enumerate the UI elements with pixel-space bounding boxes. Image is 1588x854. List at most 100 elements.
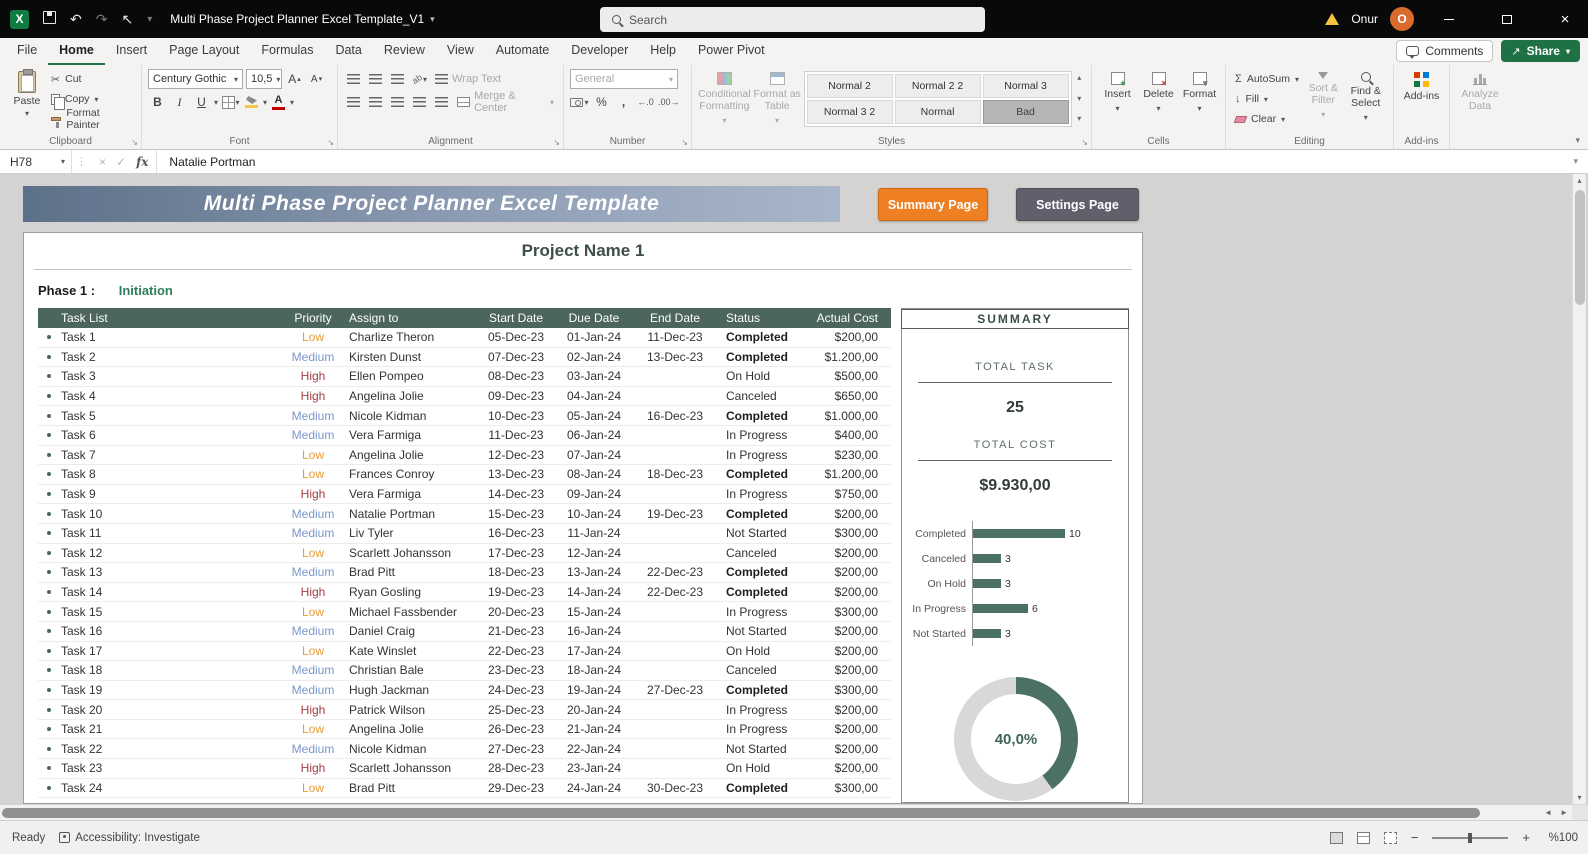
style-bad[interactable]: Bad: [982, 100, 1069, 124]
table-row[interactable]: Task 9 High Vera Farmiga 14-Dec-23 09-Jan-24…: [38, 485, 891, 505]
table-row[interactable]: Task 15 Low Michael Fassbender 20-Dec-23 15-…: [38, 602, 891, 622]
clear-button[interactable]: Clear ▾: [1232, 109, 1302, 129]
sort-filter-button[interactable]: Sort & Filter ▾: [1302, 69, 1345, 133]
align-right-icon[interactable]: [388, 92, 407, 112]
style-normal-3[interactable]: Normal 3: [982, 74, 1069, 98]
tab-page-layout[interactable]: Page Layout: [158, 38, 250, 65]
accounting-format-button[interactable]: ▾: [570, 92, 589, 112]
increase-decimal-button[interactable]: ←.0: [636, 92, 655, 112]
style-normal-2[interactable]: Normal 2: [806, 74, 893, 98]
accessibility-checker[interactable]: Accessibility: Investigate: [59, 832, 200, 844]
underline-dropdown-icon[interactable]: ▾: [214, 98, 218, 107]
zoom-slider-thumb[interactable]: [1468, 832, 1473, 843]
gallery-down-icon[interactable]: ▾: [1077, 94, 1081, 103]
table-row[interactable]: Task 6 Medium Vera Farmiga 11-Dec-23 06-Jan-…: [38, 426, 891, 446]
font-family-select[interactable]: Century Gothic ▾: [148, 69, 243, 89]
table-row[interactable]: Task 2 Medium Kirsten Dunst 07-Dec-23 02-Jan…: [38, 348, 891, 368]
undo-icon[interactable]: ↶: [70, 11, 82, 28]
table-row[interactable]: Task 20 High Patrick Wilson 25-Dec-23 20-Jan…: [38, 700, 891, 720]
page-break-view-icon[interactable]: [1383, 831, 1397, 844]
increase-font-button[interactable]: A ▴: [285, 69, 304, 89]
tab-file[interactable]: File: [6, 38, 48, 65]
settings-page-button[interactable]: Settings Page: [1016, 188, 1139, 221]
vertical-scrollbar[interactable]: ▴ ▾: [1572, 174, 1586, 804]
minimize-button[interactable]: [1426, 0, 1472, 38]
table-row[interactable]: Task 17 Low Kate Winslet 22-Dec-23 17-Jan-24…: [38, 642, 891, 662]
table-row[interactable]: Task 4 High Angelina Jolie 09-Dec-23 04-Jan-…: [38, 387, 891, 407]
style-normal-3-2[interactable]: Normal 3 2: [806, 100, 893, 124]
format-cells-button[interactable]: ▾ Format ▾: [1180, 69, 1219, 133]
delete-cells-button[interactable]: × Delete ▾: [1139, 69, 1178, 133]
style-normal[interactable]: Normal: [894, 100, 981, 124]
table-row[interactable]: Task 19 Medium Hugh Jackman 24-Dec-23 19-Jan…: [38, 681, 891, 701]
formula-bar-value[interactable]: Natalie Portman: [157, 155, 1573, 169]
decrease-indent-icon[interactable]: [410, 92, 429, 112]
fill-color-dropdown-icon[interactable]: ▾: [263, 98, 267, 107]
tab-data[interactable]: Data: [324, 38, 372, 65]
table-row[interactable]: Task 22 Medium Nicole Kidman 27-Dec-23 22-Ja…: [38, 739, 891, 760]
scroll-left-icon[interactable]: ◄: [1544, 808, 1552, 817]
format-painter-button[interactable]: Format Painter: [48, 107, 135, 131]
gallery-up-icon[interactable]: ▴: [1077, 73, 1081, 82]
format-as-table-button[interactable]: Format as Table ▾: [751, 69, 804, 133]
horizontal-scroll-thumb[interactable]: [2, 808, 1480, 818]
underline-button[interactable]: U: [192, 92, 211, 112]
customize-qat-icon[interactable]: ▾: [147, 14, 152, 25]
comments-button[interactable]: Comments: [1396, 40, 1494, 62]
font-color-button[interactable]: A: [270, 92, 287, 112]
font-color-dropdown-icon[interactable]: ▾: [290, 98, 294, 107]
document-title[interactable]: Multi Phase Project Planner Excel Templa…: [170, 12, 424, 26]
styles-dialog-launcher[interactable]: ↘: [1081, 138, 1088, 147]
worksheet[interactable]: Multi Phase Project Planner Excel Templa…: [0, 174, 1588, 804]
vertical-scroll-thumb[interactable]: [1575, 190, 1585, 305]
align-top-icon[interactable]: [344, 69, 363, 89]
table-row[interactable]: Task 14 High Ryan Gosling 19-Dec-23 14-Jan-2…: [38, 583, 891, 603]
table-row[interactable]: Task 12 Low Scarlett Johansson 17-Dec-23 12-…: [38, 544, 891, 564]
align-center-icon[interactable]: [366, 92, 385, 112]
table-row[interactable]: Task 13 Medium Brad Pitt 18-Dec-23 13-Jan-24…: [38, 563, 891, 583]
tab-view[interactable]: View: [436, 38, 485, 65]
increase-indent-icon[interactable]: [432, 92, 451, 112]
decrease-decimal-button[interactable]: .00→: [658, 92, 680, 112]
font-dialog-launcher[interactable]: ↘: [327, 138, 334, 147]
bold-button[interactable]: B: [148, 92, 167, 112]
save-icon[interactable]: [43, 11, 56, 27]
table-row[interactable]: Task 18 Medium Christian Bale 23-Dec-23 18-J…: [38, 661, 891, 681]
normal-view-icon[interactable]: [1329, 831, 1343, 844]
table-row[interactable]: Task 16 Medium Daniel Craig 21-Dec-23 16-Jan…: [38, 622, 891, 642]
merge-center-button[interactable]: Merge & Center ▾: [454, 90, 557, 114]
tab-automate[interactable]: Automate: [485, 38, 561, 65]
table-row[interactable]: Task 21 Low Angelina Jolie 26-Dec-23 21-Jan-…: [38, 720, 891, 740]
table-row[interactable]: Task 23 High Scarlett Johansson 28-Dec-23 23…: [38, 759, 891, 779]
user-name[interactable]: Onur: [1351, 12, 1378, 26]
cut-button[interactable]: ✂ Cut: [48, 69, 135, 89]
italic-button[interactable]: I: [170, 92, 189, 112]
addins-button[interactable]: Add-ins: [1400, 69, 1443, 102]
align-bottom-icon[interactable]: [388, 69, 407, 89]
percent-style-button[interactable]: %: [592, 92, 611, 112]
page-layout-view-icon[interactable]: [1356, 831, 1370, 844]
tab-help[interactable]: Help: [639, 38, 687, 65]
cancel-entry-icon[interactable]: ×: [99, 155, 106, 169]
tab-developer[interactable]: Developer: [560, 38, 639, 65]
borders-button[interactable]: ▾: [221, 92, 240, 112]
analyze-data-button[interactable]: Analyze Data: [1456, 69, 1504, 112]
table-row[interactable]: Task 10 Medium Natalie Portman 15-Dec-23 10-…: [38, 504, 891, 524]
scroll-right-icon[interactable]: ►: [1560, 808, 1568, 817]
fill-button[interactable]: ↓ Fill ▾: [1232, 89, 1302, 109]
orientation-button[interactable]: ab ▾: [410, 69, 429, 89]
decrease-font-button[interactable]: A ▾: [307, 69, 326, 89]
title-dropdown-icon[interactable]: ▾: [430, 14, 435, 25]
maximize-button[interactable]: [1484, 0, 1530, 38]
conditional-formatting-button[interactable]: Conditional Formatting ▾: [698, 69, 751, 133]
autosum-button[interactable]: Σ AutoSum ▾: [1232, 69, 1302, 89]
zoom-level[interactable]: %100: [1544, 832, 1578, 844]
table-row[interactable]: Task 1 Low Charlize Theron 05-Dec-23 01-Jan-…: [38, 328, 891, 348]
summary-page-button[interactable]: Summary Page: [878, 188, 988, 221]
find-select-button[interactable]: Find & Select ▾: [1345, 69, 1388, 133]
number-format-select[interactable]: General ▾: [570, 69, 678, 89]
clipboard-dialog-launcher[interactable]: ↘: [131, 138, 138, 147]
insert-cells-button[interactable]: + Insert ▾: [1098, 69, 1137, 133]
insert-function-icon[interactable]: fx: [136, 155, 148, 169]
gallery-expand-icon[interactable]: ▾: [1077, 114, 1081, 123]
